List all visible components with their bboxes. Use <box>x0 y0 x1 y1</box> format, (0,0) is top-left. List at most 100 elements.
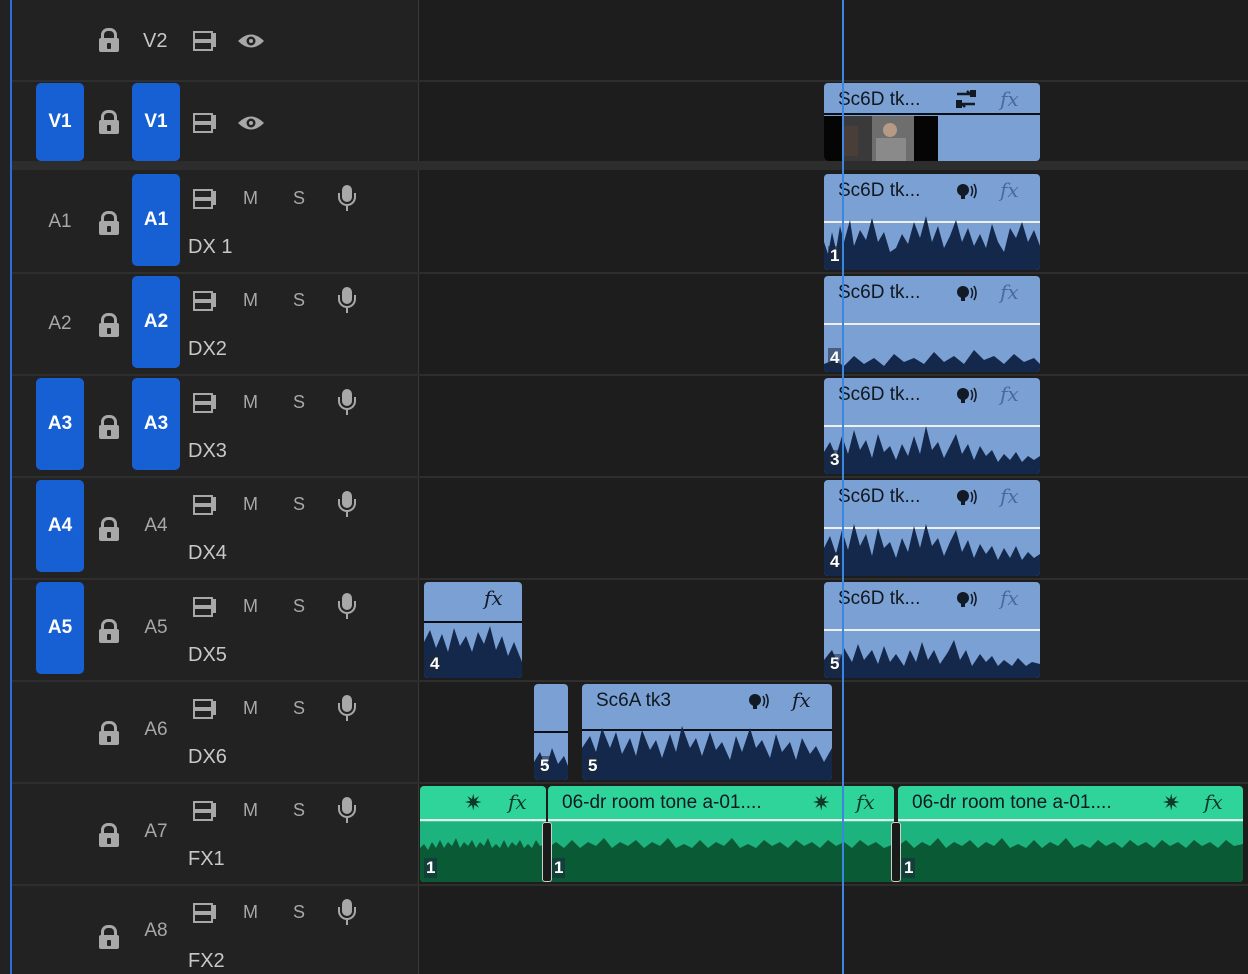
sync-lock-icon[interactable] <box>193 113 217 133</box>
channel-number: 4 <box>428 654 442 674</box>
source-patch-v1[interactable]: V1 <box>36 83 84 161</box>
target-track-v1[interactable]: V1 <box>132 83 180 161</box>
target-track-a7[interactable]: A7 <box>132 786 180 878</box>
lock-icon[interactable] <box>98 28 120 52</box>
mute-button[interactable]: M <box>243 290 258 311</box>
audio-clip-a6-small[interactable]: 5 <box>534 684 568 780</box>
track-name-a7[interactable]: FX1 <box>188 848 225 871</box>
target-track-a1[interactable]: A1 <box>132 174 180 266</box>
track-name-a5[interactable]: DX5 <box>188 644 227 667</box>
channel-number: 5 <box>828 654 842 674</box>
target-track-a8[interactable]: A8 <box>132 888 180 974</box>
microphone-icon[interactable] <box>338 287 356 315</box>
eye-icon[interactable] <box>237 32 265 50</box>
sync-lock-icon[interactable] <box>193 189 217 209</box>
lock-icon[interactable] <box>98 110 120 134</box>
microphone-icon[interactable] <box>338 695 356 723</box>
effect-star-icon: ✷ <box>1162 790 1181 815</box>
sync-lock-icon[interactable] <box>193 597 217 617</box>
target-track-a2[interactable]: A2 <box>132 276 180 368</box>
mute-button[interactable]: M <box>243 392 258 413</box>
solo-button[interactable]: S <box>293 494 305 515</box>
microphone-icon[interactable] <box>338 899 356 927</box>
edit-point-handle[interactable] <box>891 822 901 882</box>
track-name-a3[interactable]: DX3 <box>188 440 227 463</box>
solo-button[interactable]: S <box>293 290 305 311</box>
target-track-a3[interactable]: A3 <box>132 378 180 470</box>
mute-button[interactable]: M <box>243 902 258 923</box>
playhead[interactable] <box>842 0 844 974</box>
source-patch-a2[interactable]: A2 <box>36 278 84 370</box>
fx-clip-a7-3[interactable]: 06-dr room tone a-01.... ✷ fx 1 <box>898 786 1243 882</box>
speaker-icon <box>749 693 769 709</box>
microphone-icon[interactable] <box>338 797 356 825</box>
lock-icon[interactable] <box>98 721 120 745</box>
audio-clip-a2[interactable]: Sc6D tk... fx 4 <box>824 276 1040 372</box>
track-name-a8[interactable]: FX2 <box>188 950 225 973</box>
lock-icon[interactable] <box>98 211 120 235</box>
mute-button[interactable]: M <box>243 698 258 719</box>
microphone-icon[interactable] <box>338 185 356 213</box>
microphone-icon[interactable] <box>338 389 356 417</box>
timeline-left-edge <box>10 0 12 974</box>
track-name-a1[interactable]: DX 1 <box>188 236 232 259</box>
source-patch-a5[interactable]: A5 <box>36 582 84 674</box>
speaker-icon <box>957 285 977 301</box>
solo-button[interactable]: S <box>293 392 305 413</box>
solo-button[interactable]: S <box>293 698 305 719</box>
sync-lock-icon[interactable] <box>193 495 217 515</box>
sync-lock-icon[interactable] <box>193 31 217 51</box>
track-name-a6[interactable]: DX6 <box>188 746 227 769</box>
channel-number: 1 <box>424 858 438 878</box>
sync-lock-icon[interactable] <box>193 801 217 821</box>
lock-icon[interactable] <box>98 619 120 643</box>
audio-clip-a1[interactable]: Sc6D tk... fx 1 <box>824 174 1040 270</box>
target-track-a6[interactable]: A6 <box>132 684 180 776</box>
video-clip-v1[interactable]: Sc6D tk... fx <box>824 83 1040 161</box>
eye-icon[interactable] <box>237 114 265 132</box>
lock-icon[interactable] <box>98 517 120 541</box>
lock-icon[interactable] <box>98 925 120 949</box>
lock-icon[interactable] <box>98 415 120 439</box>
microphone-icon[interactable] <box>338 593 356 621</box>
solo-button[interactable]: S <box>293 800 305 821</box>
speaker-icon <box>957 591 977 607</box>
mute-button[interactable]: M <box>243 800 258 821</box>
volume-line <box>420 819 546 821</box>
waveform <box>420 822 546 882</box>
lock-icon[interactable] <box>98 823 120 847</box>
channel-number: 4 <box>828 552 842 572</box>
source-patch-a4[interactable]: A4 <box>36 480 84 572</box>
microphone-icon[interactable] <box>338 491 356 519</box>
video-audio-divider[interactable] <box>12 161 1248 170</box>
lock-icon[interactable] <box>98 313 120 337</box>
track-label-v2[interactable]: V2 <box>143 30 167 53</box>
audio-clip-a6[interactable]: Sc6A tk3 fx 5 <box>582 684 832 780</box>
source-patch-a1[interactable]: A1 <box>36 176 84 268</box>
fx-badge: fx <box>1000 178 1019 202</box>
mute-button[interactable]: M <box>243 494 258 515</box>
edit-point-handle[interactable] <box>542 822 552 882</box>
sync-lock-icon[interactable] <box>193 291 217 311</box>
mute-button[interactable]: M <box>243 188 258 209</box>
track-name-a4[interactable]: DX4 <box>188 542 227 565</box>
channel-number: 1 <box>552 858 566 878</box>
audio-clip-a4[interactable]: Sc6D tk... fx 4 <box>824 480 1040 576</box>
target-track-a4[interactable]: A4 <box>132 480 180 572</box>
track-name-a2[interactable]: DX2 <box>188 338 227 361</box>
solo-button[interactable]: S <box>293 188 305 209</box>
clip-title: Sc6D tk... <box>838 89 921 110</box>
target-track-a5[interactable]: A5 <box>132 582 180 674</box>
sync-lock-icon[interactable] <box>193 393 217 413</box>
sync-lock-icon[interactable] <box>193 903 217 923</box>
audio-clip-a5[interactable]: Sc6D tk... fx 5 <box>824 582 1040 678</box>
source-patch-a3[interactable]: A3 <box>36 378 84 470</box>
solo-button[interactable]: S <box>293 596 305 617</box>
fx-clip-a7-1[interactable]: ✷ fx 1 <box>420 786 546 882</box>
audio-clip-a5-left[interactable]: fx 4 <box>424 582 522 678</box>
row-divider <box>12 80 1248 82</box>
sync-lock-icon[interactable] <box>193 699 217 719</box>
audio-clip-a3[interactable]: Sc6D tk... fx 3 <box>824 378 1040 474</box>
mute-button[interactable]: M <box>243 596 258 617</box>
solo-button[interactable]: S <box>293 902 305 923</box>
